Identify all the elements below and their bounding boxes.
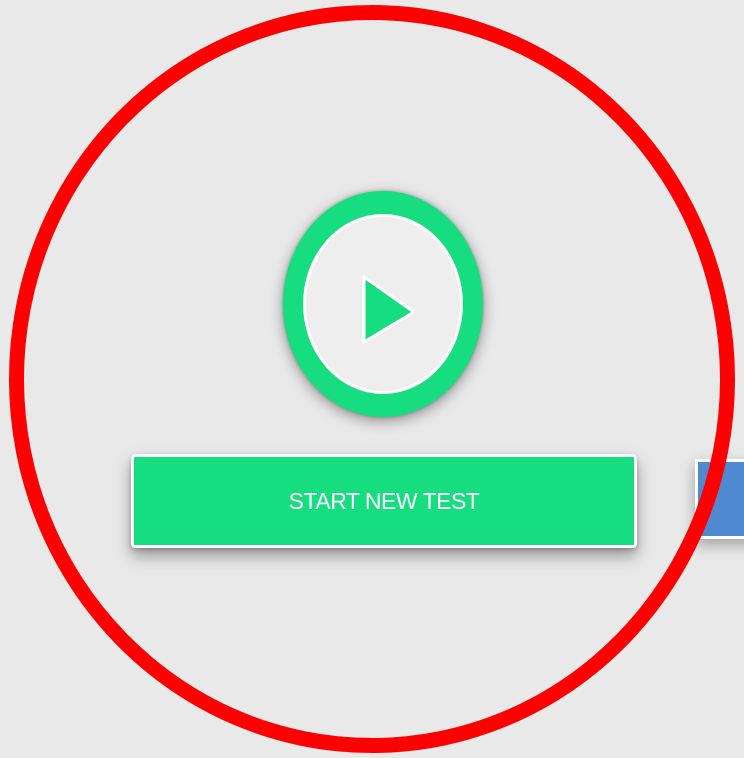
start-new-test-label: START NEW TEST (288, 487, 480, 514)
play-button[interactable] (283, 191, 483, 417)
play-icon (362, 275, 416, 344)
play-button-inner-circle (303, 214, 463, 394)
secondary-action-button[interactable] (695, 459, 744, 539)
start-new-test-button[interactable]: START NEW TEST (131, 454, 637, 548)
app-screen: START NEW TEST (0, 0, 744, 758)
